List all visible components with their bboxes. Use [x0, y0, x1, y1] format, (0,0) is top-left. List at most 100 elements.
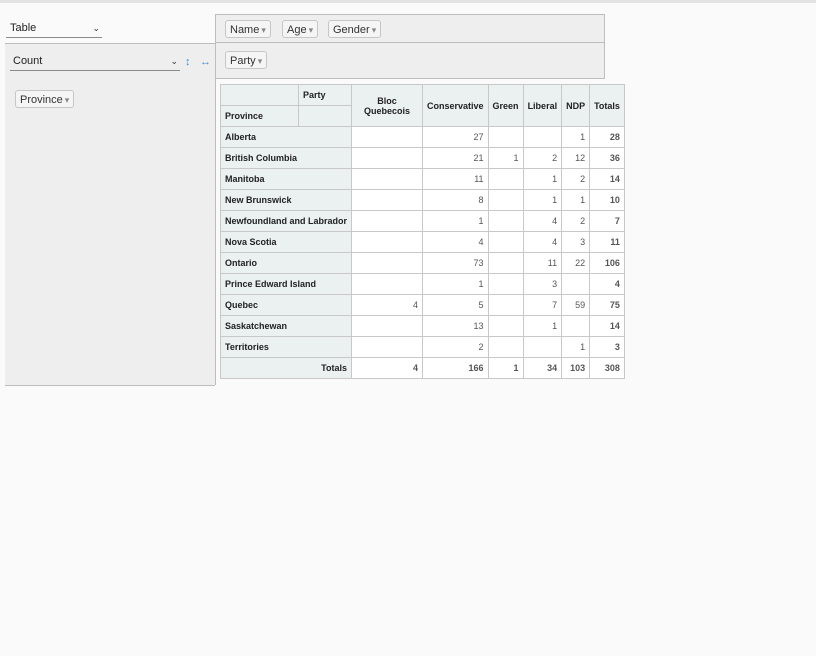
- col-total-cell[interactable]: 4: [351, 357, 424, 379]
- value-cell[interactable]: 1: [561, 189, 591, 211]
- value-cell[interactable]: [487, 336, 524, 358]
- col-header: Green: [487, 84, 524, 127]
- field-chip-label: Province: [20, 94, 63, 106]
- dropdown-triangle-icon[interactable]: ▾: [309, 25, 314, 35]
- dropdown-triangle-icon[interactable]: ▾: [261, 25, 266, 35]
- row-total-cell[interactable]: 36: [589, 147, 625, 169]
- value-cell[interactable]: 59: [561, 294, 591, 316]
- value-cell[interactable]: 27: [422, 126, 489, 148]
- value-cell[interactable]: [561, 273, 591, 295]
- row-total-cell[interactable]: 28: [589, 126, 625, 148]
- value-cell[interactable]: [487, 231, 524, 253]
- col-header: NDP: [561, 84, 591, 127]
- row-total-cell[interactable]: 10: [589, 189, 625, 211]
- field-chip-province[interactable]: Province ▾: [15, 90, 75, 108]
- value-cell[interactable]: [351, 126, 424, 148]
- row-header: Alberta: [219, 126, 353, 148]
- value-cell[interactable]: 1: [561, 126, 591, 148]
- col-sort-order-icon[interactable]: ↔: [200, 56, 211, 68]
- value-cell[interactable]: 11: [422, 168, 489, 190]
- vertical-divider: [215, 43, 216, 385]
- row-total-cell[interactable]: 14: [589, 168, 625, 190]
- row-sort-order-icon[interactable]: ↕: [185, 56, 191, 68]
- value-cell[interactable]: 11: [522, 252, 563, 274]
- value-cell[interactable]: [487, 126, 524, 148]
- pivot-table: Party Bloc Quebecois Conservative Green …: [219, 84, 625, 379]
- value-cell[interactable]: 2: [561, 168, 591, 190]
- renderer-select[interactable]: Table ⌄: [6, 19, 102, 38]
- value-cell[interactable]: [351, 273, 424, 295]
- value-cell[interactable]: [351, 336, 424, 358]
- field-chip-party[interactable]: Party ▾: [225, 51, 268, 69]
- value-cell[interactable]: [522, 126, 563, 148]
- value-cell[interactable]: 4: [522, 210, 563, 232]
- value-cell[interactable]: 4: [422, 231, 489, 253]
- value-cell[interactable]: [351, 315, 424, 337]
- field-chip-label: Age: [287, 24, 307, 36]
- value-cell[interactable]: 7: [522, 294, 563, 316]
- col-total-cell[interactable]: 103: [561, 357, 591, 379]
- value-cell[interactable]: 1: [522, 189, 563, 211]
- value-cell[interactable]: 4: [351, 294, 424, 316]
- value-cell[interactable]: [522, 336, 563, 358]
- value-cell[interactable]: 1: [422, 273, 489, 295]
- value-cell[interactable]: 12: [561, 147, 591, 169]
- value-cell[interactable]: [487, 315, 524, 337]
- value-cell[interactable]: [487, 273, 524, 295]
- table-row: New Brunswick 8 1 1 10: [219, 189, 625, 211]
- dropdown-triangle-icon[interactable]: ▾: [372, 25, 377, 35]
- value-cell[interactable]: [487, 294, 524, 316]
- value-cell[interactable]: 13: [422, 315, 489, 337]
- row-fields-area: Province ▾: [5, 79, 215, 386]
- value-cell[interactable]: 1: [561, 336, 591, 358]
- row-total-cell[interactable]: 3: [589, 336, 625, 358]
- row-total-cell[interactable]: 4: [589, 273, 625, 295]
- value-cell[interactable]: 2: [522, 147, 563, 169]
- value-cell[interactable]: [351, 189, 424, 211]
- top-border: [0, 0, 816, 3]
- value-cell[interactable]: 2: [561, 210, 591, 232]
- value-cell[interactable]: [351, 231, 424, 253]
- value-cell[interactable]: [351, 147, 424, 169]
- value-cell[interactable]: 1: [522, 315, 563, 337]
- column-fields-area: Party ▾: [215, 43, 605, 79]
- col-total-cell[interactable]: 34: [522, 357, 563, 379]
- value-cell[interactable]: 73: [422, 252, 489, 274]
- value-cell[interactable]: 5: [422, 294, 489, 316]
- col-total-cell[interactable]: 1: [487, 357, 524, 379]
- row-header: Saskatchewan: [219, 315, 353, 337]
- aggregator-select[interactable]: Count ⌄: [10, 52, 180, 71]
- row-total-cell[interactable]: 14: [589, 315, 625, 337]
- value-cell[interactable]: [487, 210, 524, 232]
- field-chip-age[interactable]: Age ▾: [282, 20, 319, 38]
- grand-total-cell[interactable]: 308: [589, 357, 625, 379]
- value-cell[interactable]: 3: [522, 273, 563, 295]
- value-cell[interactable]: 2: [422, 336, 489, 358]
- value-cell[interactable]: [487, 168, 524, 190]
- value-cell[interactable]: 1: [422, 210, 489, 232]
- row-total-cell[interactable]: 106: [589, 252, 625, 274]
- value-cell[interactable]: 22: [561, 252, 591, 274]
- field-chip-gender[interactable]: Gender ▾: [328, 20, 382, 38]
- value-cell[interactable]: [487, 189, 524, 211]
- value-cell[interactable]: 3: [561, 231, 591, 253]
- value-cell[interactable]: 4: [522, 231, 563, 253]
- row-total-cell[interactable]: 7: [589, 210, 625, 232]
- field-chip-name[interactable]: Name ▾: [225, 20, 271, 38]
- value-cell[interactable]: 21: [422, 147, 489, 169]
- row-header: Nova Scotia: [219, 231, 353, 253]
- value-cell[interactable]: [487, 252, 524, 274]
- value-cell[interactable]: [351, 252, 424, 274]
- value-cell[interactable]: [561, 315, 591, 337]
- value-cell[interactable]: 1: [522, 168, 563, 190]
- value-cell[interactable]: [351, 210, 424, 232]
- dropdown-triangle-icon[interactable]: ▾: [65, 95, 70, 105]
- value-cell[interactable]: [351, 168, 424, 190]
- row-total-cell[interactable]: 75: [589, 294, 625, 316]
- col-total-cell[interactable]: 166: [422, 357, 489, 379]
- chevron-down-icon: ⌄: [92, 23, 100, 33]
- dropdown-triangle-icon[interactable]: ▾: [258, 56, 263, 66]
- row-total-cell[interactable]: 11: [589, 231, 625, 253]
- value-cell[interactable]: 8: [422, 189, 489, 211]
- value-cell[interactable]: 1: [487, 147, 524, 169]
